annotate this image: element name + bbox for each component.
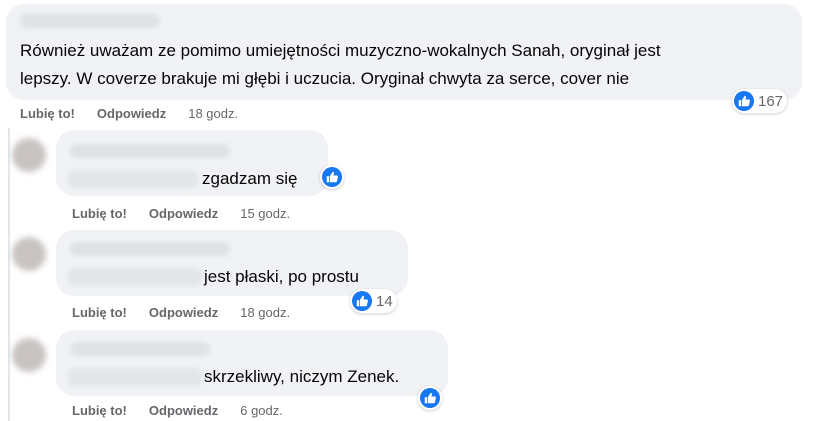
thumbs-up-icon — [322, 167, 342, 187]
reaction-count-badge[interactable]: 167 — [732, 89, 788, 113]
avatar[interactable] — [12, 138, 46, 172]
comment-bubble: Również uważam ze pomimo umiejętności mu… — [6, 4, 802, 100]
comment-text-line-1: Również uważam ze pomimo umiejętności mu… — [20, 41, 661, 60]
comment-text-line-2: lepszy. W coverze brakuje mi głębi i ucz… — [20, 69, 630, 88]
thumbs-up-icon — [352, 291, 372, 311]
reaction-badge[interactable] — [418, 386, 442, 410]
reaction-count-badge[interactable]: 14 — [350, 289, 397, 313]
reaction-count: 14 — [376, 292, 393, 310]
blurred-mention — [68, 268, 202, 286]
like-button[interactable]: Lubię to! — [72, 403, 127, 418]
reply-button[interactable]: Odpowiedz — [149, 206, 218, 221]
reaction-badge[interactable] — [320, 165, 344, 189]
thread-line — [8, 128, 10, 421]
reply-bubble: zgadzam się — [56, 130, 328, 196]
reply-text: skrzekliwy, niczym Zenek. — [204, 367, 400, 386]
like-button[interactable]: Lubię to! — [72, 206, 127, 221]
timestamp[interactable]: 18 godz. — [240, 305, 290, 320]
like-button[interactable]: Lubię to! — [20, 106, 75, 121]
like-button[interactable]: Lubię to! — [72, 305, 127, 320]
reply-actions: Lubię to! Odpowiedz 6 godz. — [72, 403, 283, 418]
reply-button[interactable]: Odpowiedz — [149, 403, 218, 418]
thumbs-up-icon — [420, 388, 440, 408]
blurred-mention — [68, 368, 202, 386]
author-name-blurred[interactable] — [70, 242, 230, 256]
reply-text: jest płaski, po prostu — [204, 267, 359, 286]
reply-button[interactable]: Odpowiedz — [149, 305, 218, 320]
timestamp[interactable]: 6 godz. — [240, 403, 283, 418]
reaction-count: 167 — [758, 92, 784, 110]
timestamp[interactable]: 15 godz. — [240, 206, 290, 221]
timestamp[interactable]: 18 godz. — [188, 106, 238, 121]
blurred-mention — [68, 170, 198, 188]
reply-actions: Lubię to! Odpowiedz 18 godz. — [72, 305, 290, 320]
reply-text: zgadzam się — [202, 169, 298, 188]
reply-actions: Lubię to! Odpowiedz 15 godz. — [72, 206, 290, 221]
avatar[interactable] — [12, 237, 46, 271]
author-name-blurred[interactable] — [20, 14, 160, 28]
avatar[interactable] — [12, 338, 46, 372]
thumbs-up-icon — [734, 91, 754, 111]
reply-bubble: skrzekliwy, niczym Zenek. — [56, 330, 448, 396]
comment-actions: Lubię to! Odpowiedz 18 godz. — [20, 106, 238, 121]
reply-bubble: jest płaski, po prostu — [56, 230, 408, 296]
reply-button[interactable]: Odpowiedz — [97, 106, 166, 121]
author-name-blurred[interactable] — [70, 342, 210, 356]
author-name-blurred[interactable] — [70, 144, 230, 158]
